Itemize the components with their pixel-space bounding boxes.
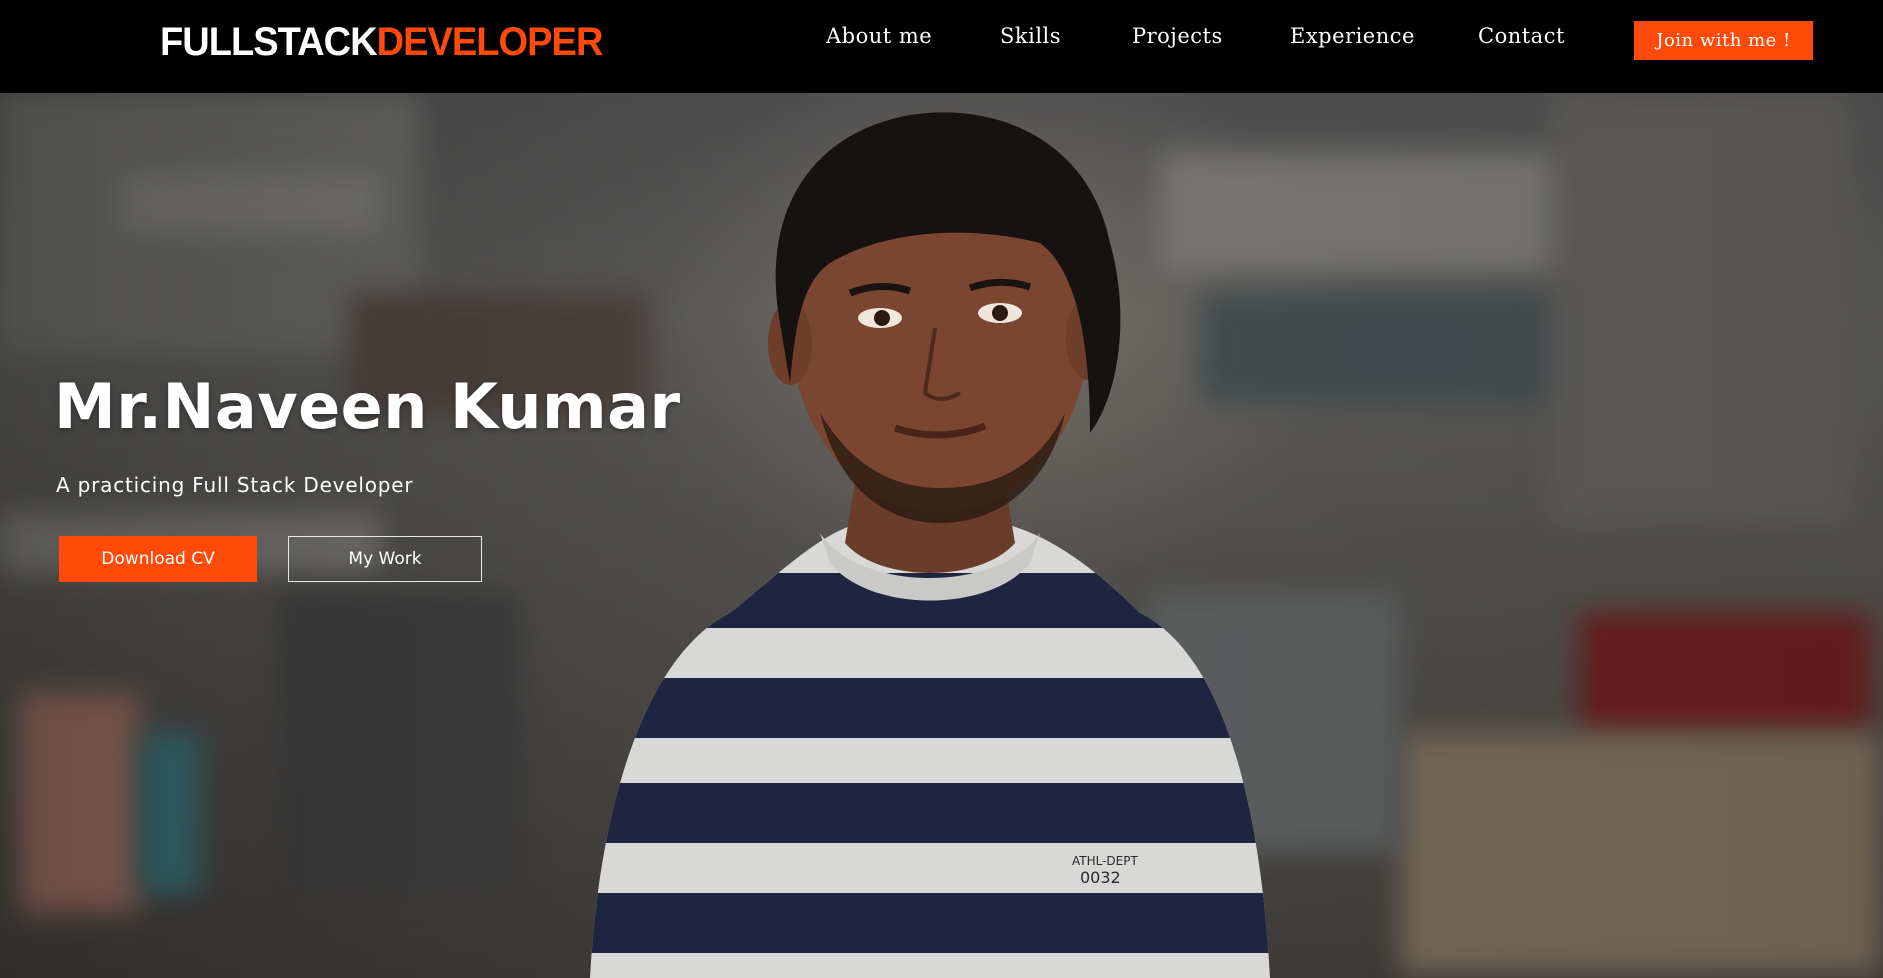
nav-link-contact[interactable]: Contact bbox=[1478, 24, 1565, 48]
shirt-print-line1: ATHL-DEPT bbox=[1072, 854, 1138, 868]
top-navbar: FULLSTACKDEVELOPER About me Skills Proje… bbox=[0, 0, 1883, 93]
my-work-button[interactable]: My Work bbox=[288, 536, 482, 582]
nav-link-experience[interactable]: Experience bbox=[1290, 24, 1415, 48]
shirt-print-line2: 0032 bbox=[1080, 868, 1121, 887]
portrait-photo: ATHL-DEPT 0032 bbox=[590, 112, 1270, 978]
main-nav: About me Skills Projects Experience Cont… bbox=[0, 0, 1883, 80]
nav-link-about[interactable]: About me bbox=[826, 24, 932, 48]
hero-name: Mr.Naveen Kumar bbox=[54, 370, 681, 443]
hero-section: ATHL-DEPT 0032 Mr.Naveen Kumar A practic… bbox=[0, 93, 1883, 978]
nav-link-skills[interactable]: Skills bbox=[1000, 24, 1061, 48]
hero-subtitle: A practicing Full Stack Developer bbox=[56, 473, 414, 497]
nav-link-projects[interactable]: Projects bbox=[1132, 24, 1223, 48]
download-cv-button[interactable]: Download CV bbox=[59, 536, 257, 582]
join-button[interactable]: Join with me ! bbox=[1634, 21, 1813, 60]
